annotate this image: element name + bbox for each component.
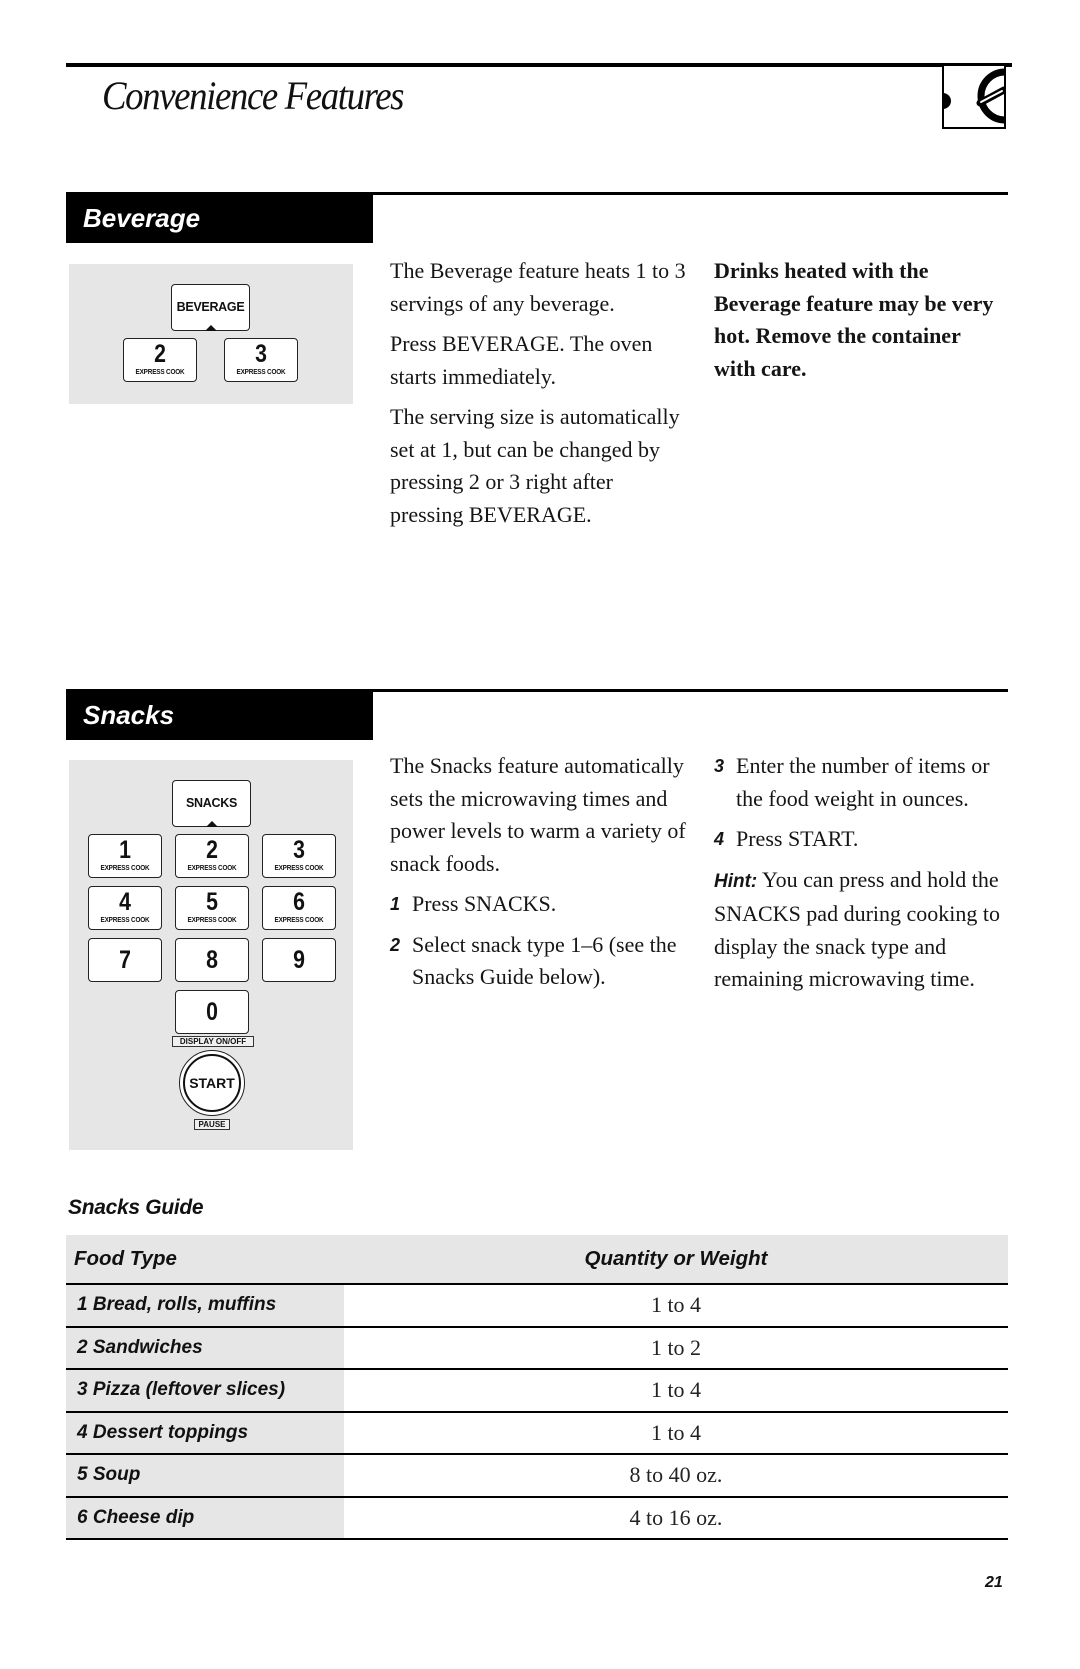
snacks-description: The Snacks feature automatically sets th… — [390, 750, 690, 1002]
snacks-keypad-panel: SNACKS 1 EXPRESS COOK 2 EXPRESS COOK 3 E… — [69, 760, 353, 1150]
start-button[interactable]: START — [179, 1050, 245, 1116]
display-on-off-label: DISPLAY ON/OFF — [172, 1036, 254, 1047]
beverage-key[interactable]: BEVERAGE — [171, 284, 250, 331]
beverage-keypad-panel: BEVERAGE 2 EXPRESS COOK 3 EXPRESS COOK — [69, 264, 353, 404]
key-8[interactable]: 8 — [175, 938, 249, 982]
food-type-cell: 2 Sandwiches — [66, 1326, 344, 1370]
quantity-cell: 1 to 2 — [344, 1326, 1008, 1370]
column-header-quantity: Quantity or Weight — [344, 1235, 1008, 1285]
food-type-cell: 1 Bread, rolls, muffins — [66, 1284, 344, 1328]
step-text: Press START. — [736, 826, 859, 851]
key-number: 3 — [293, 836, 305, 864]
step-text: Enter the number of items or the food we… — [736, 753, 990, 811]
key-7[interactable]: 7 — [88, 938, 162, 982]
step-4: 4 Press START. — [714, 823, 1004, 856]
step-3: 3 Enter the number of items or the food … — [714, 750, 1004, 815]
key-9[interactable]: 9 — [262, 938, 336, 982]
key-2-express-cook[interactable]: 2 EXPRESS COOK — [175, 834, 249, 878]
key-number: 3 — [255, 340, 267, 368]
step-number: 2 — [390, 934, 401, 955]
snacks-guide-title: Snacks Guide — [68, 1196, 204, 1219]
key-3-express-cook[interactable]: 3 EXPRESS COOK — [224, 338, 298, 382]
key-sublabel: EXPRESS COOK — [100, 863, 150, 872]
key-number: 1 — [119, 836, 131, 864]
key-number: 9 — [293, 946, 305, 974]
key-sublabel: EXPRESS COOK — [236, 367, 286, 376]
indicator-arrow-icon — [204, 325, 217, 331]
key-0-display[interactable]: 0 — [175, 990, 249, 1034]
key-number: 4 — [119, 888, 131, 916]
table-header-row: Food Type Quantity or Weight — [66, 1235, 1008, 1285]
snacks-key-label: SNACKS — [186, 796, 237, 810]
key-number: 8 — [206, 946, 218, 974]
quantity-cell: 1 to 4 — [344, 1284, 1008, 1328]
table-row: 2 Sandwiches 1 to 2 — [66, 1326, 1008, 1370]
table-row: 1 Bread, rolls, muffins 1 to 4 — [66, 1284, 1008, 1328]
paragraph: The Beverage feature heats 1 to 3 servin… — [390, 258, 686, 316]
key-number: 5 — [206, 888, 218, 916]
key-sublabel: EXPRESS COOK — [274, 863, 324, 872]
step-text: Select snack type 1–6 (see the Snacks Gu… — [412, 931, 677, 990]
food-type-cell: 5 Soup — [66, 1454, 344, 1498]
hint-label: Hint: — [714, 870, 758, 892]
page-title: Convenience Features — [102, 73, 404, 118]
quantity-cell: 1 to 4 — [344, 1369, 1008, 1413]
oven-dial-icon — [942, 64, 1006, 129]
key-1-express-cook[interactable]: 1 EXPRESS COOK — [88, 834, 162, 878]
paragraph: The serving size is automatically set at… — [390, 404, 680, 527]
column-header-food-type: Food Type — [66, 1235, 344, 1285]
table-row: 4 Dessert toppings 1 to 4 — [66, 1411, 1008, 1455]
pause-label: PAUSE — [194, 1119, 230, 1130]
page-number: 21 — [985, 1574, 1003, 1591]
key-sublabel: EXPRESS COOK — [100, 915, 150, 924]
beverage-section-title: Beverage — [66, 193, 373, 243]
key-6-express-cook[interactable]: 6 EXPRESS COOK — [262, 886, 336, 930]
quantity-cell: 8 to 40 oz. — [344, 1454, 1008, 1498]
paragraph: Press BEVERAGE. The oven starts immediat… — [390, 331, 653, 389]
table-row: 5 Soup 8 to 40 oz. — [66, 1454, 1008, 1498]
snacks-intro: The Snacks feature automatically sets th… — [390, 753, 686, 876]
key-5-express-cook[interactable]: 5 EXPRESS COOK — [175, 886, 249, 930]
step-2: 2 Select snack type 1–6 (see the Snacks … — [390, 929, 690, 994]
key-number: 0 — [206, 998, 218, 1026]
key-number: 7 — [119, 946, 131, 974]
key-sublabel: EXPRESS COOK — [274, 915, 324, 924]
table-row: 6 Cheese dip 4 to 16 oz. — [66, 1496, 1008, 1540]
beverage-key-label: BEVERAGE — [176, 300, 245, 314]
key-sublabel: EXPRESS COOK — [187, 863, 237, 872]
key-number: 6 — [293, 888, 305, 916]
key-number: 2 — [154, 340, 166, 368]
step-number: 1 — [390, 894, 401, 914]
snacks-section-title: Snacks — [66, 690, 373, 740]
step-text: Press SNACKS. — [412, 891, 557, 916]
snacks-instructions: 3 Enter the number of items or the food … — [714, 750, 1004, 1004]
step-1: 1 Press SNACKS. — [390, 888, 690, 921]
snacks-key[interactable]: SNACKS — [172, 780, 251, 827]
indicator-arrow-icon — [205, 821, 218, 827]
hint-text: You can press and hold the SNACKS pad du… — [714, 866, 1000, 992]
beverage-description: The Beverage feature heats 1 to 3 servin… — [390, 255, 690, 539]
hint: Hint: You can press and hold the SNACKS … — [714, 864, 1004, 996]
table-row: 3 Pizza (leftover slices) 1 to 4 — [66, 1369, 1008, 1413]
key-sublabel: EXPRESS COOK — [135, 367, 185, 376]
header-rule — [66, 63, 1012, 67]
step-number: 3 — [714, 756, 725, 776]
snacks-guide-table: Food Type Quantity or Weight 1 Bread, ro… — [66, 1235, 1008, 1540]
quantity-cell: 4 to 16 oz. — [344, 1496, 1008, 1540]
key-4-express-cook[interactable]: 4 EXPRESS COOK — [88, 886, 162, 930]
key-3-express-cook[interactable]: 3 EXPRESS COOK — [262, 834, 336, 878]
quantity-cell: 1 to 4 — [344, 1411, 1008, 1455]
step-number: 4 — [714, 829, 725, 849]
key-sublabel: EXPRESS COOK — [187, 915, 237, 924]
food-type-cell: 3 Pizza (leftover slices) — [66, 1369, 344, 1413]
key-2-express-cook[interactable]: 2 EXPRESS COOK — [123, 338, 197, 382]
key-number: 2 — [206, 836, 218, 864]
food-type-cell: 6 Cheese dip — [66, 1496, 344, 1540]
start-button-label: START — [183, 1054, 241, 1112]
food-type-cell: 4 Dessert toppings — [66, 1411, 344, 1455]
beverage-warning: Drinks heated with the Beverage feature … — [714, 258, 994, 381]
